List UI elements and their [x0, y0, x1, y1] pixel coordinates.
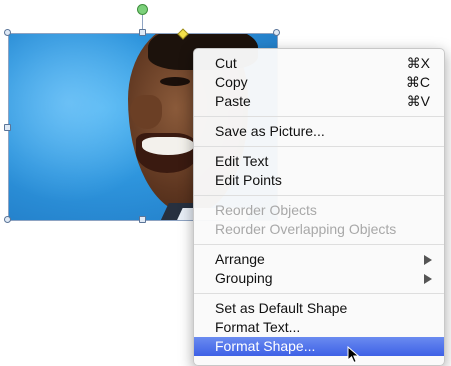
shortcut-label: ⌘C: [405, 74, 430, 90]
menu-item-save-as-picture[interactable]: Save as Picture...: [194, 122, 444, 141]
menu-item-cut[interactable]: Cut ⌘X: [194, 54, 444, 73]
menu-item-format-shape[interactable]: Format Shape...: [194, 337, 444, 356]
menu-item-paste[interactable]: Paste ⌘V: [194, 92, 444, 111]
menu-item-label: Save as Picture...: [215, 123, 325, 139]
shortcut-label: ⌘X: [406, 55, 430, 71]
resize-handle-bottom-left[interactable]: [4, 216, 11, 223]
menu-item-label: Grouping: [215, 270, 273, 286]
resize-handle-top[interactable]: [139, 29, 146, 36]
menu-item-set-as-default-shape[interactable]: Set as Default Shape: [194, 299, 444, 318]
menu-separator: [194, 195, 444, 196]
menu-separator: [194, 146, 444, 147]
menu-item-label: Format Shape...: [215, 338, 316, 354]
menu-item-label: Reorder Objects: [215, 202, 317, 218]
menu-separator: [194, 293, 444, 294]
menu-item-label: Paste: [215, 93, 251, 109]
menu-item-label: Copy: [215, 74, 248, 90]
submenu-arrow-icon: [424, 255, 432, 265]
resize-handle-top-left[interactable]: [4, 29, 11, 36]
menu-item-edit-text[interactable]: Edit Text: [194, 152, 444, 171]
menu-item-arrange[interactable]: Arrange: [194, 250, 444, 269]
menu-item-edit-points[interactable]: Edit Points: [194, 171, 444, 190]
menu-item-label: Edit Text: [215, 153, 269, 169]
resize-handle-bottom[interactable]: [139, 216, 146, 223]
shortcut-label: ⌘V: [406, 93, 430, 109]
menu-item-label: Cut: [215, 55, 237, 71]
menu-item-reorder-overlapping-objects: Reorder Overlapping Objects: [194, 220, 444, 239]
resize-handle-top-right[interactable]: [273, 29, 280, 36]
submenu-arrow-icon: [424, 274, 432, 284]
menu-item-format-text[interactable]: Format Text...: [194, 318, 444, 337]
menu-separator: [194, 116, 444, 117]
menu-item-grouping[interactable]: Grouping: [194, 269, 444, 288]
menu-item-label: Set as Default Shape: [215, 300, 348, 316]
menu-item-label: Reorder Overlapping Objects: [215, 221, 397, 237]
menu-item-label: Edit Points: [215, 172, 282, 188]
menu-item-reorder-objects: Reorder Objects: [194, 201, 444, 220]
mouse-pointer-icon: [347, 346, 360, 364]
menu-item-label: Arrange: [215, 251, 265, 267]
resize-handle-left[interactable]: [4, 124, 11, 131]
menu-item-copy[interactable]: Copy ⌘C: [194, 73, 444, 92]
context-menu: Cut ⌘X Copy ⌘C Paste ⌘V Save as Picture.…: [193, 48, 445, 366]
rotation-handle[interactable]: [137, 4, 148, 15]
menu-item-label: Format Text...: [215, 319, 301, 335]
menu-separator: [194, 244, 444, 245]
